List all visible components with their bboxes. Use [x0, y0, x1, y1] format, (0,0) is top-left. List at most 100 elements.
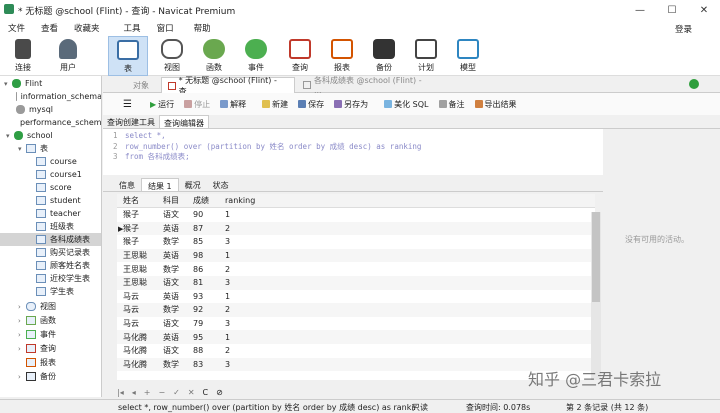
export-results-button[interactable]: 导出结果 [474, 99, 517, 110]
view-button[interactable]: 视图 [152, 36, 192, 76]
table-item[interactable]: 购买记录表 [0, 246, 101, 259]
table-cell[interactable]: 1 [225, 210, 230, 219]
tab-untitled-query[interactable]: * 无标题 @school (Flint) - 查... [161, 76, 295, 96]
table-row[interactable]: 猴子 数学 85 3 [117, 235, 595, 249]
table-cell[interactable]: 语文 [163, 277, 179, 288]
table-cell[interactable]: 2 [225, 224, 230, 233]
tab-profile[interactable]: 概况 [179, 178, 207, 191]
table-cell[interactable]: 2 [225, 265, 230, 274]
menu-tools[interactable]: 工具 [124, 22, 141, 34]
column-header[interactable]: 姓名 [123, 195, 139, 206]
table-cell[interactable]: 3 [225, 360, 230, 369]
db-information-schema[interactable]: information_schema [0, 90, 101, 103]
table-row[interactable]: 马云 语文 79 3 [117, 317, 595, 331]
table-cell[interactable]: 数学 [163, 236, 179, 247]
table-cell[interactable]: 猴子 [123, 236, 139, 247]
table-cell[interactable]: 马云 [123, 304, 139, 315]
table-cell[interactable]: 3 [225, 237, 230, 246]
table-cell[interactable]: 3 [225, 278, 230, 287]
table-cell[interactable]: 语文 [163, 209, 179, 220]
minimize-button[interactable]: — [624, 0, 656, 20]
event-button[interactable]: 事件 [236, 36, 276, 76]
query-button[interactable]: 查询 [280, 36, 320, 76]
tab-info[interactable]: 信息 [113, 178, 141, 191]
table-cell[interactable]: 2 [225, 305, 230, 314]
table-cell[interactable]: 语文 [163, 318, 179, 329]
new-button[interactable]: 新建 [262, 99, 288, 110]
table-item[interactable]: course1 [0, 168, 101, 181]
table-cell[interactable]: 92 [193, 305, 203, 314]
table-row[interactable]: 马化腾 数学 83 3 [117, 357, 595, 372]
user-button[interactable]: 用户 [48, 36, 88, 76]
tab-result-1[interactable]: 结果 1 [141, 178, 179, 191]
table-item[interactable]: student [0, 194, 101, 207]
connect-button[interactable]: 连接 [3, 36, 43, 76]
table-cell[interactable]: 3 [225, 319, 230, 328]
connection-flint[interactable]: ▾ Flint [0, 77, 101, 90]
table-row[interactable]: 王思聪 英语 98 1 [117, 248, 595, 263]
table-row[interactable]: 马云 英语 93 1 [117, 290, 595, 304]
table-row[interactable]: 马化腾 语文 88 2 [117, 344, 595, 358]
table-cell[interactable]: 语文 [163, 345, 179, 356]
table-item[interactable]: teacher [0, 207, 101, 220]
menu-file[interactable]: 文件 [8, 22, 25, 34]
save-button[interactable]: 保存 [298, 99, 324, 110]
add-record-button[interactable]: + [144, 388, 151, 397]
table-cell[interactable]: 猴子 [123, 223, 139, 234]
table-item[interactable]: 班级表 [0, 220, 101, 233]
menu-lines-icon[interactable]: ☰ [123, 99, 132, 110]
explain-button[interactable]: 解释 [220, 99, 246, 110]
menu-help[interactable]: 帮助 [194, 22, 211, 34]
table-cell[interactable]: 85 [193, 237, 203, 246]
table-cell[interactable]: 数学 [163, 264, 179, 275]
functions-node[interactable]: › 函数 [0, 314, 101, 327]
prev-record-button[interactable]: ◂ [132, 388, 136, 397]
table-cell[interactable]: 93 [193, 292, 203, 301]
refresh-button[interactable]: C [203, 388, 209, 397]
table-cell[interactable]: 86 [193, 265, 203, 274]
table-cell[interactable]: 英语 [163, 291, 179, 302]
table-cell[interactable]: 数学 [163, 304, 179, 315]
table-cell[interactable]: 79 [193, 319, 203, 328]
column-header[interactable]: ranking [225, 196, 255, 205]
table-cell[interactable]: 英语 [163, 250, 179, 261]
tab-status[interactable]: 状态 [207, 178, 235, 191]
table-cell[interactable]: 王思聪 [123, 264, 147, 275]
table-item[interactable]: score [0, 181, 101, 194]
table-cell[interactable]: 88 [193, 346, 203, 355]
queries-node[interactable]: › 查询 [0, 342, 101, 355]
result-grid[interactable]: 姓名 科目 成绩 ranking 猴子 语文 90 1 猴子 英语 87 2 猴子 数学 85 3 王思… [117, 194, 595, 380]
table-row[interactable]: 王思聪 语文 81 3 [117, 276, 595, 290]
run-button[interactable]: ▶ 运行 [150, 99, 174, 110]
maximize-button[interactable]: ☐ [656, 0, 688, 20]
menu-window[interactable]: 窗口 [157, 22, 174, 34]
table-cell[interactable]: 王思聪 [123, 250, 147, 261]
beautify-sql-button[interactable]: 美化 SQL [384, 99, 429, 110]
table-cell[interactable]: 87 [193, 224, 203, 233]
table-cell[interactable]: 98 [193, 251, 203, 260]
menu-view[interactable]: 查看 [41, 22, 58, 34]
backup-button[interactable]: 备份 [364, 36, 404, 76]
menu-favorites[interactable]: 收藏夹 [74, 22, 100, 34]
table-cell[interactable]: 猴子 [123, 209, 139, 220]
table-cell[interactable]: 马云 [123, 318, 139, 329]
first-record-button[interactable]: |◂ [117, 388, 124, 397]
table-item[interactable]: 顾客姓名表 [0, 259, 101, 272]
table-cell[interactable]: 1 [225, 251, 230, 260]
table-row[interactable]: 猴子 英语 87 2 [117, 221, 595, 236]
table-cell[interactable]: 数学 [163, 359, 179, 370]
pin-icon[interactable] [689, 79, 699, 89]
table-item[interactable]: course [0, 155, 101, 168]
sql-editor[interactable]: 1 select *, 2 row_number() over (partition… [103, 129, 603, 175]
table-row[interactable]: 王思聪 数学 86 2 [117, 262, 595, 276]
table-cell[interactable]: 95 [193, 333, 203, 342]
stop-button[interactable]: 停止 [184, 99, 210, 110]
table-cell[interactable]: 马化腾 [123, 345, 147, 356]
table-row[interactable]: 马化腾 英语 95 1 [117, 330, 595, 344]
table-cell[interactable]: 90 [193, 210, 203, 219]
events-node[interactable]: › 事件 [0, 328, 101, 341]
discard-button[interactable]: ✕ [188, 388, 195, 397]
grid-scrollbar[interactable] [591, 212, 601, 380]
comment-button[interactable]: 备注 [438, 99, 465, 110]
tab-table-view[interactable]: 各科成绩表 @school (Flint) - ... [297, 76, 437, 95]
